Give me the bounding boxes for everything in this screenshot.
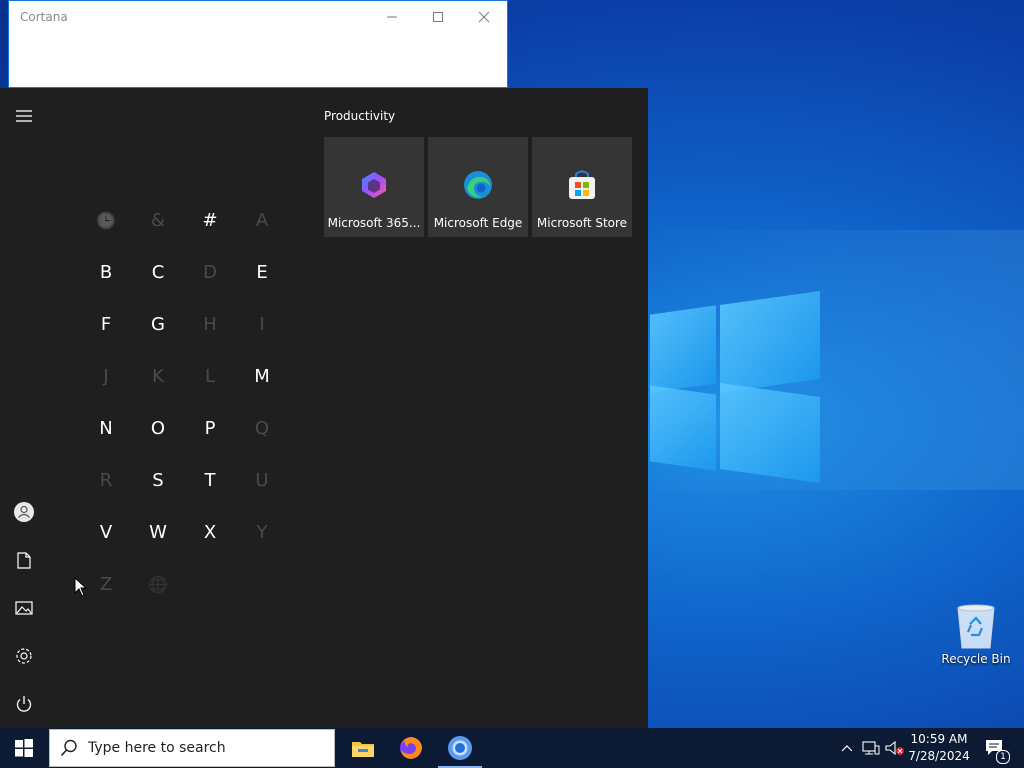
action-center-button[interactable]: 1: [980, 728, 1010, 768]
letter-jump-ampersand: &: [150, 209, 166, 231]
letter-jump-l: L: [204, 365, 216, 387]
settings-icon[interactable]: [10, 642, 38, 670]
letter-jump-b[interactable]: B: [80, 252, 132, 292]
windows-wallpaper-logo: [646, 240, 824, 484]
edge-icon: [464, 171, 492, 199]
search-placeholder: Type here to search: [88, 740, 226, 756]
recycle-bin-label: Recycle Bin: [941, 652, 1011, 666]
letter-jump-a: A: [255, 209, 269, 231]
volume-tray-button[interactable]: [884, 728, 906, 768]
documents-icon[interactable]: [10, 546, 38, 574]
letter-jump-x[interactable]: X: [184, 512, 236, 552]
pictures-icon[interactable]: [10, 594, 38, 622]
network-tray-button[interactable]: [860, 728, 882, 768]
maximize-icon: [433, 12, 443, 22]
recent-clock-icon: 🕒: [96, 210, 116, 230]
maximize-button[interactable]: [415, 1, 461, 33]
letter-jump-h: H: [203, 313, 217, 335]
recycle-bin-icon: [957, 604, 995, 649]
firefox-icon: [400, 737, 422, 759]
recycle-bin[interactable]: Recycle Bin: [938, 600, 1014, 672]
volume-muted-icon: [885, 740, 904, 756]
window-title: Cortana: [20, 10, 68, 24]
chevron-up-icon: [841, 745, 853, 752]
letter-jump-y: Y: [256, 521, 268, 543]
letter-jump-w[interactable]: W: [132, 512, 184, 552]
letter-jump-v[interactable]: V: [80, 512, 132, 552]
letter-jump-u: U: [255, 469, 269, 491]
letter-jump-f[interactable]: F: [80, 304, 132, 344]
tile-microsoft-edge[interactable]: Microsoft Edge: [428, 137, 528, 237]
windows-logo-icon: [15, 739, 33, 757]
letter-jump-j: J: [103, 365, 109, 387]
start-rail: [0, 88, 48, 728]
clock-date: 7/28/2024: [908, 749, 970, 763]
minimize-icon: [387, 16, 397, 18]
tile-microsoft-store[interactable]: Microsoft Store: [532, 137, 632, 237]
start-menu: 🕒 & # A B C D E F G H I J K L M N O P Q R S T U V W X Y Z 🌐 Productiv…: [0, 88, 648, 728]
tile-microsoft-365[interactable]: Microsoft 365...: [324, 137, 424, 237]
globe-icon: 🌐: [148, 574, 168, 594]
letter-jump-g[interactable]: G: [132, 304, 184, 344]
tile-group-title: Productivity: [324, 109, 396, 123]
file-explorer-icon: [352, 742, 374, 757]
minimize-button[interactable]: [369, 1, 415, 33]
letter-jump-o[interactable]: O: [132, 408, 184, 448]
power-icon[interactable]: [10, 690, 38, 718]
taskbar-app-firefox[interactable]: [387, 728, 435, 768]
letter-jump-n[interactable]: N: [80, 408, 132, 448]
letter-jump-i: I: [259, 313, 265, 335]
mouse-cursor-icon: [74, 577, 88, 597]
hamburger-menu-icon[interactable]: [10, 102, 38, 130]
show-hidden-icons-button[interactable]: [838, 728, 856, 768]
clock-time: 10:59 AM: [910, 732, 968, 746]
letter-jump-e[interactable]: E: [236, 252, 288, 292]
letter-jump-hash[interactable]: #: [184, 200, 236, 240]
letter-jump-t[interactable]: T: [184, 460, 236, 500]
tile-label: Microsoft 365...: [327, 216, 421, 230]
close-icon: [478, 11, 490, 23]
letter-jump-m[interactable]: M: [236, 356, 288, 396]
taskbar: Type here to search 10:59 AM 7/28/2024 1: [0, 728, 1024, 768]
close-button[interactable]: [461, 1, 507, 33]
chrome-icon: [448, 736, 472, 760]
start-button[interactable]: [0, 728, 48, 768]
letter-jump-k: K: [152, 365, 164, 387]
letter-jump-d: D: [203, 261, 217, 283]
network-icon: [862, 741, 880, 755]
tile-label: Microsoft Store: [536, 216, 628, 230]
microsoft-365-icon: [362, 172, 386, 198]
cortana-window[interactable]: Cortana: [8, 0, 508, 88]
taskbar-search-box[interactable]: Type here to search: [49, 729, 335, 767]
taskbar-app-file-explorer[interactable]: [339, 728, 387, 768]
letter-jump-r: R: [99, 469, 113, 491]
letter-jump-p[interactable]: P: [184, 408, 236, 448]
letter-jump-q: Q: [254, 417, 270, 439]
taskbar-clock[interactable]: 10:59 AM 7/28/2024: [904, 731, 974, 765]
tile-label: Microsoft Edge: [433, 216, 523, 230]
letter-jump-s[interactable]: S: [132, 460, 184, 500]
search-icon: [60, 739, 77, 757]
store-icon: [569, 170, 595, 199]
notification-count-badge: 1: [996, 750, 1010, 764]
user-icon[interactable]: [10, 498, 38, 526]
letter-jump-c[interactable]: C: [132, 252, 184, 292]
taskbar-app-chrome[interactable]: [436, 728, 484, 768]
